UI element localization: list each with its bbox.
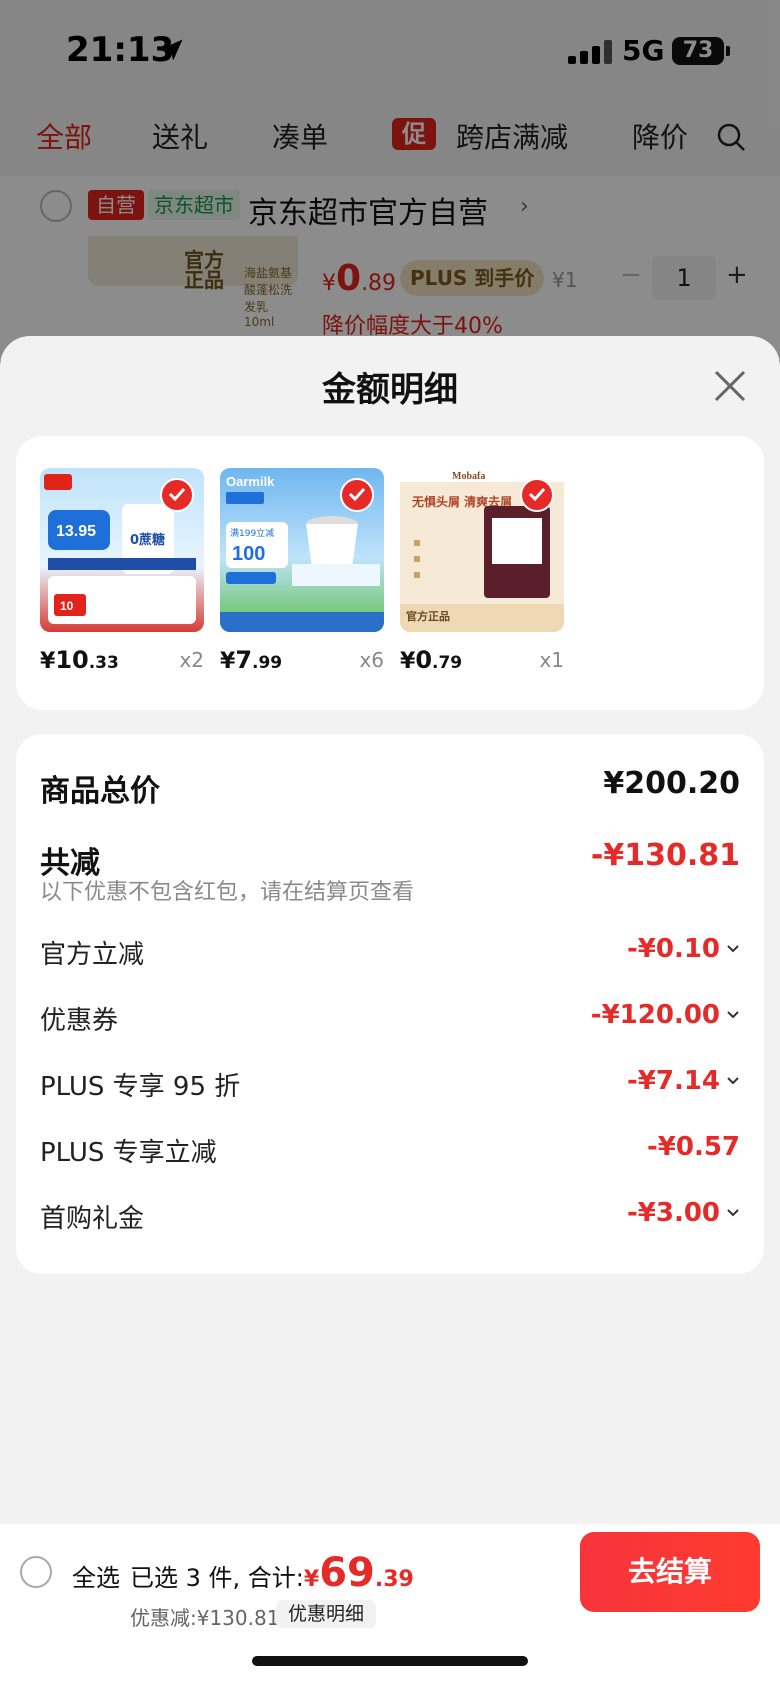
chevron-down-icon — [727, 1077, 739, 1085]
total-reduction-value: -¥130.81 — [590, 838, 740, 873]
discount-row[interactable]: 首购礼金 -¥3.00 — [40, 1198, 740, 1234]
discount-summary: 优惠减:¥130.81 — [130, 1606, 280, 1630]
product-quantity: x6 — [359, 648, 384, 672]
total-price-label: 商品总价 — [40, 774, 160, 809]
discount-detail-button[interactable]: 优惠明细 — [276, 1600, 377, 1628]
product-item[interactable]: Mobafa 无惧头屑 清爽去屑 官方正品 ¥0.79 x1 — [400, 468, 564, 674]
discount-row[interactable]: 官方立减 -¥0.10 — [40, 934, 740, 970]
sheet-title: 金额明细 — [322, 370, 458, 410]
svg-text:Mobafa: Mobafa — [452, 471, 485, 482]
discount-row[interactable]: 优惠券 -¥120.00 — [40, 1000, 740, 1036]
home-indicator — [252, 1656, 528, 1666]
discount-row[interactable]: PLUS 专享 95 折 -¥7.14 — [40, 1066, 740, 1102]
selected-products-card: 13.95 0蔗糖 10 ¥10.33 x2 Oarmilk 满199立减 10… — [16, 436, 764, 710]
chevron-down-icon — [727, 945, 739, 953]
amount-detail-sheet: 金额明细 13.95 0蔗糖 10 ¥10.33 x2 Oarmilk 满199… — [0, 336, 780, 1688]
discount-label: PLUS 专享 95 折 — [40, 1072, 241, 1102]
discount-value: -¥0.10 — [626, 934, 720, 964]
promo-price: 13.95 — [56, 523, 96, 540]
product-quantity: x1 — [539, 648, 564, 672]
selected-summary: 已选 3 件, 合计:¥69.39 — [130, 1550, 414, 1596]
svg-text:100: 100 — [232, 543, 265, 565]
selected-check-icon — [340, 478, 374, 512]
discount-label: 首购礼金 — [40, 1204, 145, 1234]
svg-text:10: 10 — [60, 599, 74, 613]
discount-value: -¥7.14 — [626, 1066, 720, 1096]
select-all-radio[interactable] — [20, 1556, 52, 1588]
discount-value: -¥0.57 — [646, 1132, 740, 1162]
chevron-down-icon — [727, 1209, 739, 1217]
select-all-label[interactable]: 全选 — [72, 1558, 120, 1593]
product-quantity: x2 — [179, 648, 204, 672]
checkout-button[interactable]: 去结算 — [580, 1532, 760, 1612]
selected-check-icon — [520, 478, 554, 512]
product-item[interactable]: 13.95 0蔗糖 10 ¥10.33 x2 — [40, 468, 204, 674]
discount-value: -¥3.00 — [626, 1198, 720, 1228]
discount-value: -¥120.00 — [590, 1000, 720, 1030]
svg-text:Oarmilk: Oarmilk — [226, 474, 275, 489]
svg-text:满199立减: 满199立减 — [230, 527, 274, 539]
chevron-down-icon — [727, 1011, 739, 1019]
discount-row: PLUS 专享立减 -¥0.57 — [40, 1132, 740, 1168]
discount-note: 以下优惠不包含红包，请在结算页查看 — [40, 880, 415, 905]
close-icon[interactable] — [710, 366, 750, 406]
product-item[interactable]: Oarmilk 满199立减 100 ¥7.99 x6 — [220, 468, 384, 674]
discount-label: 优惠券 — [40, 1006, 119, 1036]
total-price-value: ¥200.20 — [603, 766, 740, 801]
product-price: ¥7.99 — [220, 646, 283, 674]
total-reduction-row: 共减 -¥130.81 — [40, 838, 740, 881]
svg-text:0蔗糖: 0蔗糖 — [130, 532, 165, 548]
price-summary-card: 商品总价 ¥200.20 共减 -¥130.81 以下优惠不包含红包，请在结算页… — [16, 734, 764, 1274]
discount-label: PLUS 专享立减 — [40, 1138, 217, 1168]
product-price: ¥0.79 — [400, 646, 463, 674]
svg-text:官方正品: 官方正品 — [406, 609, 450, 623]
product-price: ¥10.33 — [40, 646, 119, 674]
selected-check-icon — [160, 478, 194, 512]
total-price-row: 商品总价 ¥200.20 — [40, 766, 740, 809]
total-amount: ¥69.39 — [303, 1550, 414, 1596]
discount-label: 官方立减 — [40, 940, 145, 970]
